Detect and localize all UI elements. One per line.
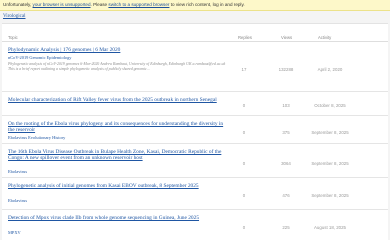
topic-row: Phylogenetic analysis of initial genomes… [2, 178, 388, 210]
topic-row: Phylodynamic Analysis | 176 genomes | 6 … [2, 42, 388, 92]
topic-replies-count: 0 [242, 193, 246, 198]
topic-activity-date[interactable]: September 8, 2025 [308, 161, 352, 166]
topic-activity-date[interactable]: August 18, 2025 [308, 225, 352, 230]
site-header: Virological [0, 11, 390, 23]
topic-activity-date[interactable]: September 8, 2025 [308, 130, 352, 135]
topic-category-link[interactable]: Ebolavirus Evolutionary History [8, 135, 65, 140]
header-views[interactable]: Views [281, 35, 292, 40]
topic-category-link[interactable]: Ebolavirus [8, 198, 27, 203]
topic-category-link[interactable]: nCoV-2019 Genomic Epidemiology [8, 55, 72, 60]
topic-views-count: 132288 [278, 67, 294, 72]
topic-row: Detection of Mpox virus clade IIb from w… [2, 210, 388, 240]
topic-views-count: 476 [282, 193, 290, 198]
topic-activity-date[interactable]: September 8, 2025 [308, 193, 352, 198]
topic-row: Molecular characterization of Rift Valle… [2, 92, 388, 116]
topic-replies-count: 0 [242, 161, 246, 166]
topic-title-link[interactable]: The 16th Ebola Virus Disease Outbreak in… [8, 149, 230, 162]
topic-title-link[interactable]: Phylogenetic analysis of initial genomes… [8, 183, 230, 189]
topic-title-link[interactable]: Phylodynamic Analysis | 176 genomes | 6 … [8, 47, 230, 53]
topic-replies-count: 0 [242, 225, 246, 230]
topic-views-count: 225 [282, 225, 290, 230]
unsupported-browser-link[interactable]: your browser is unsupported [33, 2, 91, 7]
header-activity[interactable]: Activity [318, 35, 331, 40]
site-home-link[interactable]: Virological [3, 14, 25, 19]
topic-row: The 16th Ebola Virus Disease Outbreak in… [2, 144, 388, 178]
topic-activity-date[interactable]: April 2, 2020 [308, 67, 352, 72]
unsupported-browser-notice: Unfortunately, your browser is unsupport… [0, 0, 390, 11]
switch-browser-link[interactable]: switch to a supported browser [108, 2, 169, 7]
topic-views-count: 375 [282, 130, 290, 135]
topic-title-link[interactable]: Molecular characterization of Rift Valle… [8, 97, 230, 103]
notice-lead: Unfortunately, [3, 2, 32, 7]
topic-views-count: 103 [282, 103, 290, 108]
notice-tail: to view rich content, log in and reply. [170, 2, 245, 7]
topic-views-count: 3064 [281, 161, 291, 166]
notice-mid: . Please [90, 2, 108, 7]
topic-excerpt: Phylogenetic analysis of nCoV-2019 genom… [8, 62, 226, 72]
topic-category-link[interactable]: MPXV [8, 230, 21, 235]
header-topic[interactable]: Topic [8, 35, 18, 40]
topic-replies-count: 0 [242, 130, 246, 135]
topic-list-panel: Topic Replies Views Activity Phylodynami… [2, 23, 388, 240]
topic-title-link[interactable]: On the rooting of the Ebola virus phylog… [8, 121, 230, 134]
topic-row: On the rooting of the Ebola virus phylog… [2, 116, 388, 144]
topic-table-header: Topic Replies Views Activity [2, 31, 388, 42]
topic-replies-count: 17 [241, 67, 247, 72]
topic-category-link[interactable]: Ebolavirus [8, 169, 27, 174]
topic-title-link[interactable]: Detection of Mpox virus clade IIb from w… [8, 215, 230, 221]
topic-replies-count: 0 [242, 103, 246, 108]
header-replies[interactable]: Replies [238, 35, 252, 40]
topic-activity-date[interactable]: October 8, 2025 [308, 103, 352, 108]
